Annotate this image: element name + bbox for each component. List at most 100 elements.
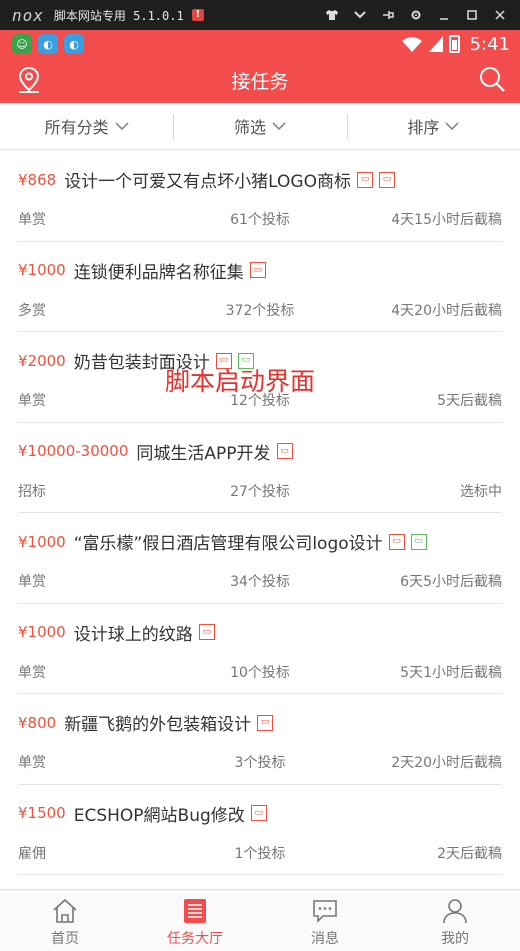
task-type: 单赏 (18, 574, 46, 590)
tab-profile[interactable]: 我的 (390, 890, 520, 951)
tag-icon: ▭ (249, 262, 266, 278)
chevron-down-icon[interactable] (346, 0, 374, 30)
status-bar: ☺ ◐ ◐ 5:41 (0, 30, 520, 58)
emulator-title-bar: nox 脚本网站专用 5.1.0.1 ! (0, 0, 520, 30)
tab-task-hall[interactable]: 任务大厅 (130, 890, 260, 951)
app-header: 接任务 (0, 58, 520, 103)
tag-icon: ▭ (388, 533, 405, 550)
task-title: ECSHOP網站Bug修改 (73, 805, 245, 826)
app-notification-icon: ◐ (38, 34, 58, 54)
task-meta: 单赏 61个投标 4天15小时后截稿 (18, 209, 502, 229)
status-time: 5:41 (469, 33, 510, 55)
filter-screen[interactable]: 筛选 (173, 103, 346, 149)
task-title: 设计球上的纹路 (73, 624, 193, 645)
tag-icon: ▭ (357, 171, 373, 188)
pin-icon[interactable] (374, 0, 402, 30)
task-bids: 3个投标 (234, 755, 286, 771)
task-bids: 27个投标 (230, 483, 290, 500)
message-icon (313, 900, 337, 923)
tag-icon: ▭ (276, 443, 293, 459)
task-meta: 招标 27个投标 选标中 (18, 481, 502, 501)
filter-label: 所有分类 (44, 118, 109, 137)
tab-messages[interactable]: 消息 (260, 890, 390, 951)
task-type: 单赏 (18, 212, 46, 228)
task-item[interactable]: ¥800 新疆飞鹅的外包装箱设计 ▭ 单赏 3个投标 2天20小时后截稿 (18, 694, 502, 785)
tab-label: 我的 (441, 931, 469, 947)
minimize-icon[interactable] (430, 0, 458, 30)
maximize-icon[interactable] (458, 0, 486, 30)
task-type: 多赏 (18, 302, 46, 319)
task-header: ¥1000 连锁便利品牌名称征集 ▭ (18, 258, 266, 283)
filter-bar: 所有分类 筛选 排序 (0, 103, 520, 150)
task-bids: 1个投标 (234, 845, 286, 862)
task-deadline: 6天5小时后截稿 (400, 574, 502, 590)
tag-icon: ▭ (257, 714, 274, 731)
task-meta: 多赏 372个投标 4天20小时后截稿 (18, 300, 502, 320)
task-header: ¥1500 ECSHOP網站Bug修改 ▭ (18, 801, 267, 826)
task-header: ¥1000 设计球上的纹路 ▭ (18, 620, 215, 645)
task-header: ¥1000 “富乐檬”假日酒店管理有限公司logo设计 ▭ ▭ (18, 529, 427, 554)
task-type: 雇佣 (18, 845, 46, 862)
task-header: ¥868 设计一个可爱又有点坏小猪LOGO商标 ▭ ▭ (18, 167, 395, 192)
task-bids: 10个投标 (230, 664, 290, 681)
task-deadline: 4天20小时后截稿 (391, 302, 502, 319)
emulator-title: 脚本网站专用 5.1.0.1 (53, 8, 184, 23)
task-title: “富乐檬”假日酒店管理有限公司logo设计 (73, 534, 383, 554)
task-item[interactable]: ¥10000-30000 同城生活APP开发 ▭ 招标 27个投标 选标中 (18, 423, 502, 513)
tab-label: 任务大厅 (167, 931, 223, 947)
task-item[interactable]: ¥1500 ECSHOP網站Bug修改 ▭ 雇佣 1个投标 2天后截稿 (18, 785, 502, 875)
tab-label: 首页 (51, 931, 79, 947)
app-notification-icon: ◐ (64, 34, 84, 54)
task-list: ¥868 设计一个可爱又有点坏小猪LOGO商标 ▭ ▭ 单赏 61个投标 4天1… (0, 151, 520, 875)
task-deadline: 5天1小时后截稿 (400, 664, 502, 681)
wifi-icon (401, 37, 422, 52)
task-deadline: 2天后截稿 (437, 845, 502, 862)
gear-icon[interactable] (402, 0, 430, 30)
task-bids: 372个投标 (225, 302, 295, 319)
filter-category[interactable]: 所有分类 (0, 103, 173, 149)
task-type: 招标 (18, 483, 46, 500)
task-header: ¥800 新疆飞鹅的外包装箱设计 ▭ (18, 710, 274, 735)
task-price: ¥1000 (18, 261, 66, 279)
task-item[interactable]: ¥1000 连锁便利品牌名称征集 ▭ 多赏 372个投标 4天20小时后截稿 (18, 242, 502, 332)
bottom-tab-bar: 首页 任务大厅 消息 我的 (0, 889, 520, 951)
task-meta: 单赏 10个投标 5天1小时后截稿 (18, 662, 502, 682)
close-icon[interactable] (486, 0, 514, 30)
chevron-down-icon (272, 122, 286, 131)
task-meta: 雇佣 1个投标 2天后截稿 (18, 843, 502, 863)
task-price: ¥868 (18, 170, 57, 189)
task-price: ¥800 (18, 713, 57, 732)
tab-home[interactable]: 首页 (0, 890, 130, 951)
search-icon[interactable] (478, 65, 506, 93)
task-type: 单赏 (18, 755, 46, 771)
task-title: 连锁便利品牌名称征集 (73, 262, 244, 283)
task-bids: 61个投标 (230, 212, 290, 228)
location-pin-icon[interactable] (16, 66, 42, 94)
chevron-down-icon (115, 122, 129, 131)
tag-icon: ▭ (198, 624, 215, 640)
android-notification-icon: ☺ (12, 34, 32, 54)
tag-icon: ▭ (379, 171, 395, 188)
task-item[interactable]: ¥1000 设计球上的纹路 ▭ 单赏 10个投标 5天1小时后截稿 (18, 604, 502, 694)
task-meta: 单赏 3个投标 2天20小时后截稿 (18, 752, 502, 772)
page-title: 接任务 (231, 71, 289, 93)
task-deadline: 5天后截稿 (437, 393, 502, 409)
task-type: 单赏 (18, 393, 46, 409)
warning-icon[interactable]: ! (191, 9, 204, 21)
tag-icon: ▭ (250, 805, 267, 821)
task-bids: 34个投标 (230, 574, 290, 590)
task-item[interactable]: ¥868 设计一个可爱又有点坏小猪LOGO商标 ▭ ▭ 单赏 61个投标 4天1… (18, 151, 502, 242)
task-item[interactable]: ¥1000 “富乐檬”假日酒店管理有限公司logo设计 ▭ ▭ 单赏 34个投标… (18, 513, 502, 604)
shirt-icon[interactable] (318, 0, 346, 30)
filter-label: 排序 (407, 118, 440, 137)
tag-icon: ▭ (410, 533, 427, 550)
task-header: ¥10000-30000 同城生活APP开发 ▭ (18, 439, 293, 464)
signal-icon (428, 36, 443, 52)
tab-label: 消息 (311, 931, 339, 947)
task-deadline: 4天15小时后截稿 (391, 212, 502, 228)
task-title: 同城生活APP开发 (136, 443, 271, 464)
task-price: ¥1000 (18, 532, 66, 551)
status-indicators: 5:41 (401, 34, 510, 55)
filter-sort[interactable]: 排序 (346, 103, 520, 149)
home-icon (53, 898, 77, 923)
